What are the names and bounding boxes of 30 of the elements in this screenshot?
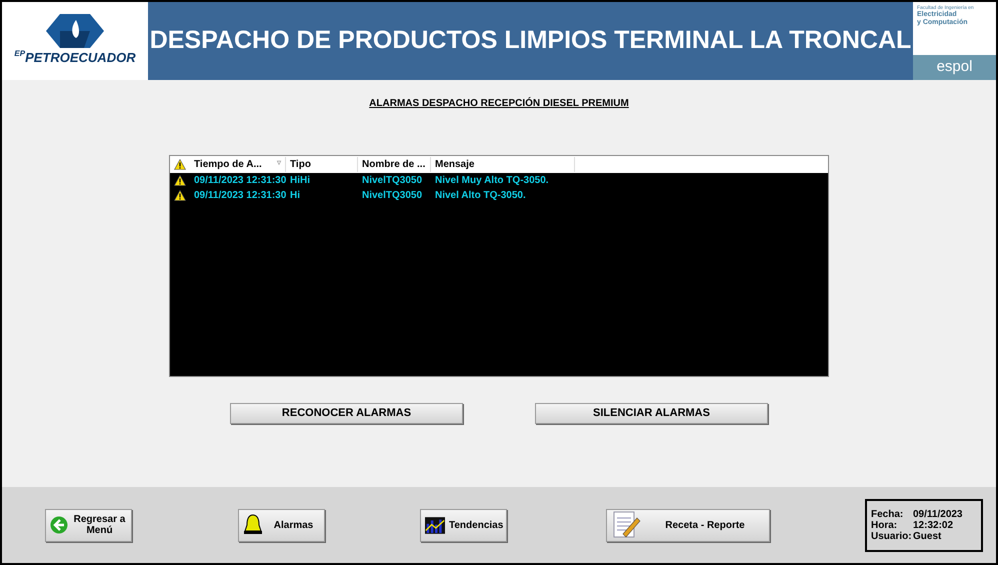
- info-label: Hora:: [871, 520, 898, 530]
- section-title: ALARMAS DESPACHO RECEPCIÓN DIESEL PREMIUM: [369, 96, 629, 111]
- nav-button[interactable]: Regresar a Menú: [45, 508, 132, 542]
- column-header[interactable]: Mensaje: [431, 157, 575, 172]
- column-header[interactable]: Tipo: [286, 157, 358, 172]
- info-label: Usuario:: [871, 530, 913, 542]
- university-logo: espol: [913, 55, 996, 80]
- action-button[interactable]: RECONOCER ALARMAS: [230, 403, 463, 424]
- logo-text: PETROECUADOR: [25, 49, 136, 68]
- action-button[interactable]: SILENCIAR ALARMAS: [535, 403, 768, 424]
- info-value: 12:32:02: [913, 520, 954, 530]
- column-header[interactable]: Tiempo de A... ▿: [190, 157, 286, 172]
- table-cell-text: Hi: [289, 189, 301, 203]
- page-title: DESPACHO DE PRODUCTOS LIMPIOS TERMINAL LA TRONCAL: [150, 25, 912, 56]
- sort-icon: ▿: [277, 157, 281, 172]
- column-header[interactable]: Nombre de ...: [358, 157, 431, 172]
- table-cell-text: 09/11/2023 12:31:30: [193, 174, 286, 188]
- nav-button[interactable]: Alarmas: [238, 508, 325, 542]
- table-cell-text: 09/11/2023 12:31:30: [193, 189, 286, 203]
- table-cell-text: NivelTQ3050: [361, 189, 424, 203]
- info-value: Guest: [913, 530, 942, 542]
- nav-button[interactable]: Receta - Reporte: [606, 508, 770, 542]
- table-cell-text: Nivel Alto TQ-3050.: [434, 189, 527, 203]
- nav-button[interactable]: Tendencias: [420, 508, 507, 542]
- info-value: 09/11/2023: [913, 508, 962, 520]
- info-label: Fecha:: [871, 508, 904, 520]
- logo-prefix: EP: [14, 48, 26, 58]
- table-cell-text: NivelTQ3050: [361, 174, 424, 188]
- table-cell-text: HiHi: [289, 174, 311, 188]
- table-cell-text: Nivel Muy Alto TQ-3050.: [434, 174, 550, 188]
